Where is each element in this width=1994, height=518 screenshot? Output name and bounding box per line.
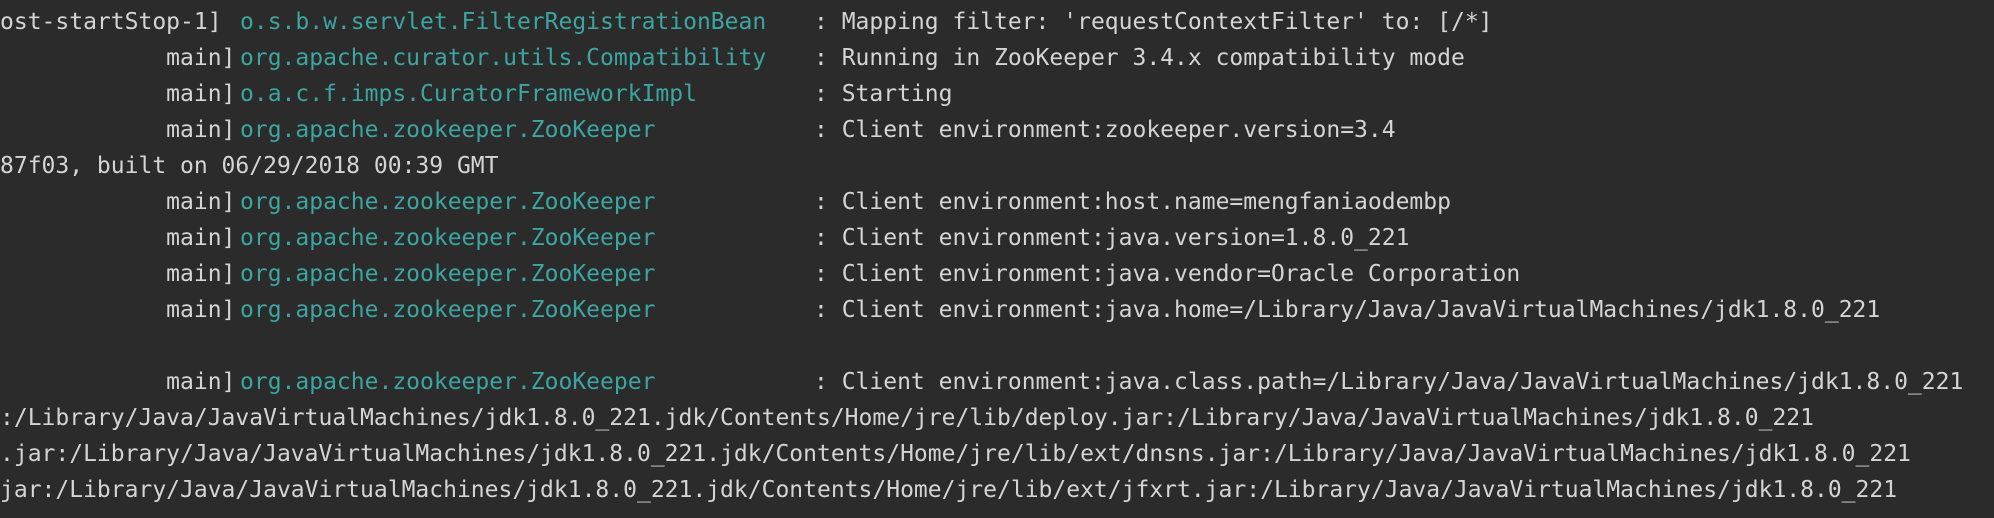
log-blank-line xyxy=(0,328,55,364)
log-continuation-line: .jar:/Library/Java/JavaVirtualMachines/j… xyxy=(0,436,1911,472)
log-continuation-line: 87f03, built on 06/29/2018 00:39 GMT xyxy=(0,148,499,184)
log-message: : Client environment:java.version=1.8.0_… xyxy=(814,225,1410,251)
log-line: main] org.apache.zookeeper.ZooKeeper : C… xyxy=(0,292,1880,328)
log-text: 87f03, built on 06/29/2018 00:39 GMT xyxy=(0,153,499,179)
log-logger-link[interactable]: org.apache.zookeeper.ZooKeeper xyxy=(240,112,655,148)
log-line: main] org.apache.zookeeper.ZooKeeper : C… xyxy=(0,184,1451,220)
log-continuation-line: :/Library/Java/JavaVirtualMachines/jdk1.… xyxy=(0,400,1814,436)
log-logger-link[interactable]: org.apache.zookeeper.ZooKeeper xyxy=(240,220,655,256)
log-thread: ost-startStop-1] xyxy=(0,9,222,35)
log-logger-link[interactable]: org.apache.zookeeper.ZooKeeper xyxy=(240,292,655,328)
log-logger-link[interactable]: o.s.b.w.servlet.FilterRegistrationBean xyxy=(240,4,766,40)
log-line: ost-startStop-1] o.s.b.w.servlet.FilterR… xyxy=(0,4,1493,40)
log-thread: main] xyxy=(0,189,236,215)
log-logger-link[interactable]: org.apache.zookeeper.ZooKeeper xyxy=(240,256,655,292)
log-text: jar:/Library/Java/JavaVirtualMachines/jd… xyxy=(0,477,1898,503)
log-message: : Client environment:host.name=mengfania… xyxy=(814,189,1451,215)
log-message: : Running in ZooKeeper 3.4.x compatibili… xyxy=(814,45,1465,71)
log-thread: main] xyxy=(0,81,236,107)
log-line: main] org.apache.zookeeper.ZooKeeper : C… xyxy=(0,364,1963,400)
log-message: : Client environment:java.class.path=/Li… xyxy=(814,369,1964,395)
log-logger-link[interactable]: org.apache.zookeeper.ZooKeeper xyxy=(240,364,655,400)
console-output[interactable]: ost-startStop-1] o.s.b.w.servlet.FilterR… xyxy=(0,0,1994,518)
log-text: .jar:/Library/Java/JavaVirtualMachines/j… xyxy=(0,441,1911,467)
log-line: main] org.apache.zookeeper.ZooKeeper : C… xyxy=(0,112,1395,148)
log-thread: main] xyxy=(0,117,236,143)
log-thread: main] xyxy=(0,261,236,287)
log-message: : Starting xyxy=(814,81,953,107)
log-line: main] org.apache.zookeeper.ZooKeeper : C… xyxy=(0,220,1409,256)
log-logger-link[interactable]: org.apache.curator.utils.Compatibility xyxy=(240,40,766,76)
log-line: main] o.a.c.f.imps.CuratorFrameworkImpl … xyxy=(0,76,952,112)
log-thread: main] xyxy=(0,225,236,251)
log-continuation-line: jar:/Library/Java/JavaVirtualMachines/jd… xyxy=(0,472,1897,508)
log-text: :/Library/Java/JavaVirtualMachines/jdk1.… xyxy=(0,405,1814,431)
log-message: : Client environment:java.home=/Library/… xyxy=(814,297,1881,323)
log-thread: main] xyxy=(0,297,236,323)
log-thread: main] xyxy=(0,45,236,71)
log-logger-link[interactable]: org.apache.zookeeper.ZooKeeper xyxy=(240,184,655,220)
log-message: : Client environment:zookeeper.version=3… xyxy=(814,117,1396,143)
log-message: : Client environment:java.vendor=Oracle … xyxy=(814,261,1521,287)
log-thread: main] xyxy=(0,369,236,395)
log-logger-link[interactable]: o.a.c.f.imps.CuratorFrameworkImpl xyxy=(240,76,697,112)
log-line: main] org.apache.curator.utils.Compatibi… xyxy=(0,40,1465,76)
log-line: main] org.apache.zookeeper.ZooKeeper : C… xyxy=(0,256,1520,292)
log-message: : Mapping filter: 'requestContextFilter'… xyxy=(814,9,1493,35)
